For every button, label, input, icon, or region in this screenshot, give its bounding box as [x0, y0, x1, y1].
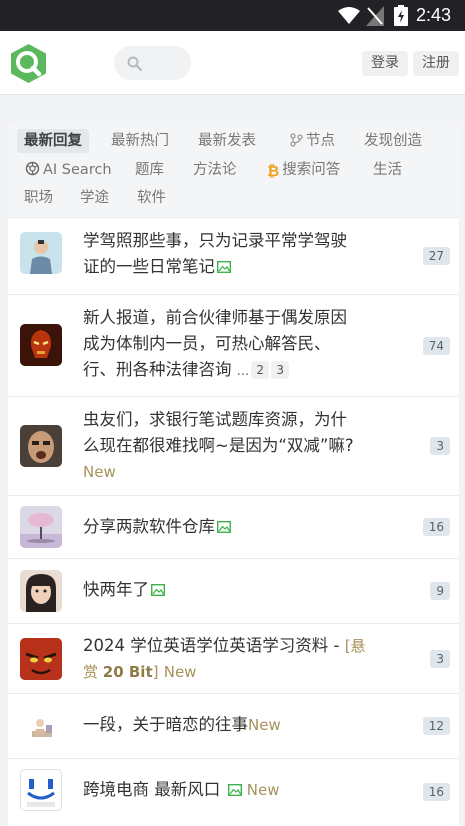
search-icon: [127, 56, 142, 71]
tab-methodology[interactable]: 方法论: [193, 158, 237, 182]
no-signal-icon: [366, 6, 384, 26]
tab-latest-posts[interactable]: 最新发表: [198, 129, 256, 153]
topic-title: 虫友们，求银行笔试题库资源，为什 么现在都很难找啊~是因为“双减”嘛? New: [83, 410, 354, 481]
topic-card: 最新回复 最新热门 最新发表 节点 发现创造 AI Search 题库 方法论 …: [8, 122, 459, 826]
page-link-3[interactable]: 3: [271, 361, 290, 379]
topic-row[interactable]: 一段，关于暗恋的往事New 12: [8, 694, 459, 759]
avatar: [20, 638, 62, 680]
reply-count: 16: [422, 518, 450, 536]
openai-icon: [25, 161, 40, 176]
topic-row[interactable]: 分享两款软件仓库 16: [8, 496, 459, 559]
tab-search-qa[interactable]: ₿ 搜索问答: [267, 158, 340, 182]
register-button[interactable]: 注册: [413, 51, 459, 76]
image-icon: [217, 261, 231, 273]
image-icon: [217, 521, 231, 533]
tab-question-bank[interactable]: 题库: [135, 158, 164, 182]
topic-title: 一段，关于暗恋的往事New: [83, 715, 281, 734]
tab-nodes[interactable]: 节点: [290, 129, 335, 153]
tab-life[interactable]: 生活: [373, 158, 402, 182]
app-logo[interactable]: [8, 43, 49, 84]
avatar: [20, 705, 62, 747]
topic-title: 2024 学位英语学位英语学习资料 - [悬 赏 20 Bit] New: [83, 636, 366, 681]
avatar: [20, 570, 62, 612]
avatar: [20, 324, 62, 366]
tab-workplace[interactable]: 职场: [24, 186, 53, 210]
tab-ai-search-label: AI Search: [43, 162, 112, 178]
tab-study[interactable]: 学途: [80, 186, 109, 210]
topic-row[interactable]: 新人报道，前合伙律师基于偶发原因 成为体制内一员，可热心解答民、 行、刑各种法律…: [8, 295, 459, 397]
new-badge: New: [83, 463, 116, 481]
topic-row[interactable]: 虫友们，求银行笔试题库资源，为什 么现在都很难找啊~是因为“双减”嘛? New …: [8, 397, 459, 496]
topic-title: 跨境电商 最新风口 New: [83, 780, 280, 799]
tab-bar: 最新回复 最新热门 最新发表 节点 发现创造 AI Search 题库 方法论 …: [8, 122, 459, 218]
page-link-2[interactable]: 2: [251, 361, 270, 379]
reply-count: 9: [430, 582, 450, 600]
search-button[interactable]: [114, 46, 191, 80]
tab-hot[interactable]: 最新热门: [111, 129, 169, 153]
avatar: [20, 425, 62, 467]
topic-row[interactable]: 跨境电商 最新风口 New 16: [8, 759, 459, 826]
topic-row[interactable]: 快两年了 9: [8, 559, 459, 624]
avatar: [20, 506, 62, 548]
topic-row[interactable]: 学驾照那些事，只为记录平常学驾驶 证的一些日常笔记 27: [8, 218, 459, 295]
reply-count: 12: [422, 717, 450, 735]
topic-title: 学驾照那些事，只为记录平常学驾驶 证的一些日常笔记: [83, 231, 347, 276]
avatar: [20, 232, 62, 274]
bitcoin-icon: ₿: [267, 162, 280, 180]
tab-nodes-label: 节点: [306, 133, 335, 149]
status-time: 2:43: [415, 5, 451, 25]
reply-count: 27: [422, 247, 450, 265]
new-badge: New: [163, 663, 197, 681]
topic-title: 分享两款软件仓库: [83, 514, 413, 540]
reply-count: 3: [430, 437, 450, 455]
tab-discover[interactable]: 发现创造: [364, 129, 422, 153]
reply-count: 74: [422, 337, 450, 355]
image-icon: [151, 584, 165, 596]
topic-row[interactable]: 2024 学位英语学位英语学习资料 - [悬 赏 20 Bit] New 3: [8, 624, 459, 694]
new-badge: New: [246, 781, 280, 799]
reply-count: 3: [430, 650, 450, 668]
login-button[interactable]: 登录: [362, 51, 408, 76]
battery-charging-icon: [394, 5, 408, 26]
status-bar: 2:43: [0, 0, 465, 31]
topic-title: 快两年了: [83, 577, 413, 603]
wifi-icon: [338, 7, 360, 24]
tab-software[interactable]: 软件: [137, 186, 166, 210]
tab-latest-replies[interactable]: 最新回复: [17, 129, 89, 153]
reply-count: 16: [422, 783, 450, 801]
app-header: 登录 注册: [0, 31, 465, 95]
image-icon: [227, 784, 242, 796]
topic-title: 新人报道，前合伙律师基于偶发原因 成为体制内一员，可热心解答民、 行、刑各种法律…: [83, 308, 347, 379]
new-badge: New: [248, 716, 281, 734]
tab-search-qa-label: 搜索问答: [282, 162, 341, 178]
tab-ai-search[interactable]: AI Search: [25, 158, 112, 182]
branch-icon: [290, 133, 303, 147]
avatar: [20, 769, 62, 811]
